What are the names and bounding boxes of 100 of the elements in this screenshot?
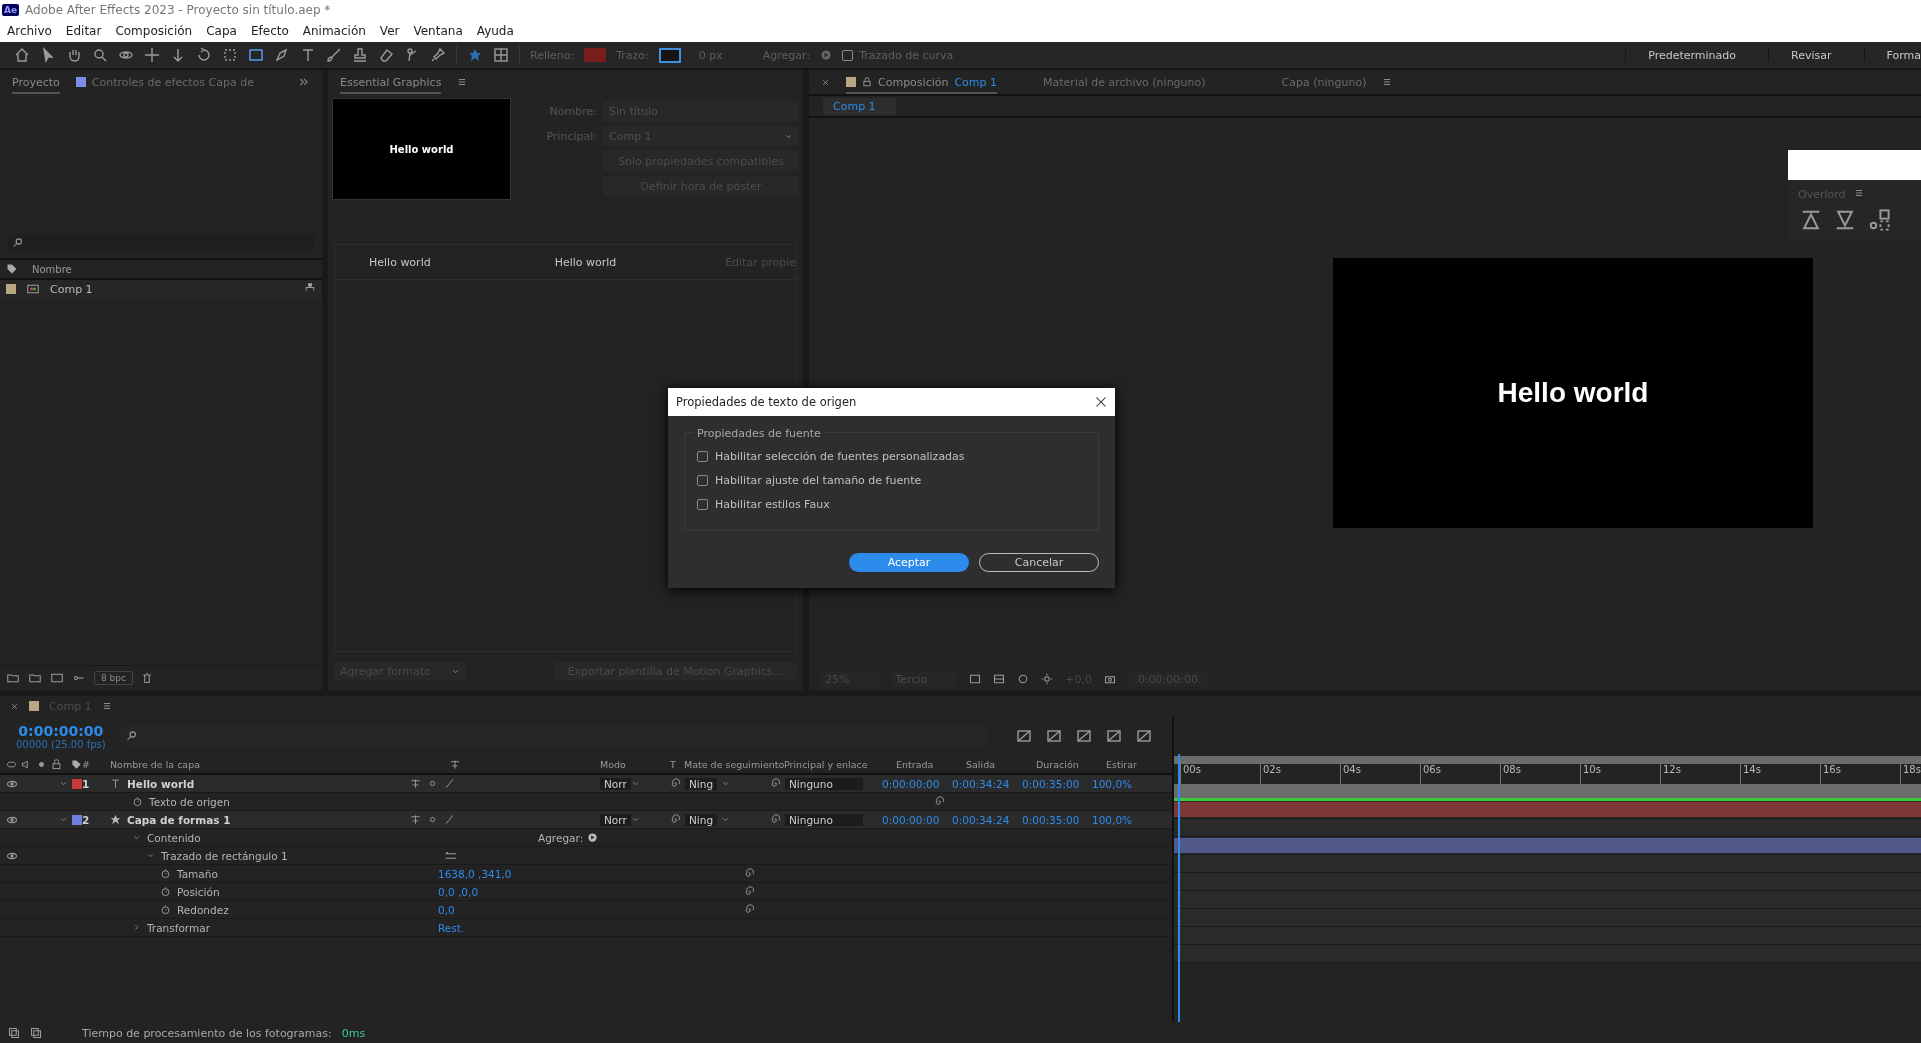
chevron-down-icon[interactable] (59, 815, 68, 824)
grid-icon[interactable] (969, 673, 982, 685)
checkbox-label[interactable]: Habilitar estilos Faux (715, 497, 830, 511)
spiral-icon[interactable] (744, 868, 755, 879)
tag-icon[interactable] (6, 263, 18, 275)
column-header[interactable]: Duración (1036, 759, 1106, 770)
menu-item[interactable]: Efecto (243, 24, 296, 38)
search-icon[interactable] (12, 237, 24, 249)
folder-icon[interactable] (6, 672, 20, 684)
stopwatch-icon[interactable] (160, 868, 171, 879)
text-property[interactable]: Hello world (554, 255, 617, 269)
panel-tab[interactable]: Controles de efectos Capa de (75, 70, 254, 94)
parent-dropdown[interactable]: Ninguno (785, 777, 863, 790)
rectangle-icon[interactable] (248, 47, 264, 63)
menu-item[interactable]: Animación (295, 24, 373, 38)
search-field[interactable] (8, 234, 314, 252)
column-header[interactable]: Modo (600, 759, 670, 770)
workspace-tab[interactable]: Forma (1863, 48, 1921, 62)
spiral-icon[interactable] (670, 778, 681, 789)
mode-dropdown[interactable]: Norr (600, 813, 631, 826)
column-header[interactable]: # (82, 759, 110, 770)
spiral-icon[interactable] (744, 886, 755, 897)
close-icon[interactable] (10, 701, 19, 711)
layer-name[interactable]: Capa de formas 1 (127, 813, 231, 826)
close-icon[interactable] (821, 77, 830, 87)
sun-icon[interactable] (1041, 673, 1054, 685)
stamp-icon[interactable] (352, 47, 368, 63)
lock-icon[interactable] (51, 759, 62, 770)
composition-icon[interactable] (26, 283, 40, 295)
stretch-value[interactable]: 100,0% (1092, 777, 1162, 790)
text-property[interactable]: Hello world (369, 255, 431, 269)
property-value[interactable]: 0,0 (438, 903, 455, 916)
tools-icon[interactable] (1868, 209, 1890, 231)
pin-icon[interactable] (430, 47, 446, 63)
current-time[interactable]: 0:00:00:00 (18, 722, 104, 739)
layer-name[interactable]: Hello world (127, 777, 195, 790)
label-color[interactable] (846, 77, 856, 87)
column-header[interactable]: Mate de seguimiento (684, 759, 784, 770)
menu-icon[interactable] (101, 701, 112, 711)
panel-tab[interactable]: Capa (ninguno) (1281, 70, 1367, 94)
eye-icon[interactable] (6, 759, 17, 770)
magnifier-icon[interactable] (92, 47, 108, 63)
lock-icon[interactable] (862, 77, 872, 87)
reset-link[interactable]: Rest. (438, 921, 465, 934)
fill-swatch[interactable] (584, 48, 607, 62)
star-icon[interactable] (110, 814, 121, 825)
stopwatch-icon[interactable] (160, 904, 171, 915)
panel-tab[interactable]: Material de archivo (ninguno) (1043, 70, 1206, 94)
checkbox-label[interactable]: Habilitar ajuste del tamaño de fuente (715, 473, 922, 487)
double-chevron-icon[interactable] (298, 76, 310, 88)
spiral-icon[interactable] (670, 814, 681, 825)
stopwatch-icon[interactable] (132, 796, 143, 807)
breadcrumb-tab[interactable]: Comp 1 (823, 97, 896, 115)
workspace-tab[interactable]: Revisar (1768, 48, 1854, 62)
sun-icon[interactable] (427, 814, 438, 825)
checkbox[interactable] (697, 498, 708, 510)
text-layer-icon[interactable] (110, 778, 121, 789)
curve-checkbox[interactable] (842, 49, 854, 61)
menu-icon[interactable] (1853, 188, 1864, 198)
menu-icon[interactable] (1382, 77, 1393, 87)
eraser-icon[interactable] (378, 47, 394, 63)
hand-icon[interactable] (66, 47, 82, 63)
menu-item[interactable]: Composición (108, 24, 200, 38)
label-color[interactable] (29, 701, 39, 711)
out-time[interactable]: 0:00:34:24 (952, 777, 1022, 790)
pull-down-icon[interactable] (1834, 209, 1856, 231)
label-color[interactable] (72, 778, 82, 789)
rotate-icon[interactable] (196, 47, 212, 63)
chevron-right-icon[interactable] (132, 923, 141, 932)
chevron-down-icon[interactable] (59, 779, 68, 788)
switch-icon[interactable] (410, 778, 421, 789)
column-header[interactable]: Principal y enlace (784, 759, 896, 770)
stretch-value[interactable]: 100,0% (1092, 813, 1162, 826)
slash-icon[interactable] (444, 778, 455, 789)
spiral-icon[interactable] (744, 904, 755, 915)
parent-dropdown[interactable]: Ninguno (785, 813, 863, 826)
menu-item[interactable]: Archivo (0, 24, 59, 38)
checkbox-label[interactable]: Habilitar selección de fuentes personalizadas (715, 449, 965, 463)
menu-item[interactable]: Capa (199, 24, 244, 38)
checkbox[interactable] (697, 450, 708, 462)
label-color[interactable] (6, 284, 16, 294)
matte-dropdown[interactable]: Ning (685, 777, 718, 790)
column-header[interactable]: Nombre (32, 263, 72, 275)
chevron-down-icon[interactable] (721, 779, 731, 788)
close-button[interactable] (1095, 396, 1107, 408)
menu-item[interactable]: Ver (372, 24, 407, 38)
switch-icon[interactable] (410, 814, 421, 825)
panel-tab[interactable]: Essential Graphics (340, 70, 442, 94)
property-value[interactable]: 0,0 ,0,0 (438, 885, 479, 898)
panel-tab[interactable]: Composición Comp 1 (846, 70, 998, 94)
grid-icon[interactable] (993, 673, 1006, 685)
pointer-icon[interactable] (40, 47, 56, 63)
column-header[interactable]: Entrada (896, 759, 966, 770)
star-icon[interactable] (467, 47, 483, 63)
in-time[interactable]: 0:00:00:00 (882, 777, 952, 790)
layers-icon[interactable] (8, 1027, 20, 1039)
sun-icon[interactable] (427, 778, 438, 789)
property-value[interactable]: 1638,0 ,341,0 (438, 867, 512, 880)
camera-icon[interactable] (1103, 673, 1116, 685)
spiral-icon[interactable] (934, 796, 945, 807)
